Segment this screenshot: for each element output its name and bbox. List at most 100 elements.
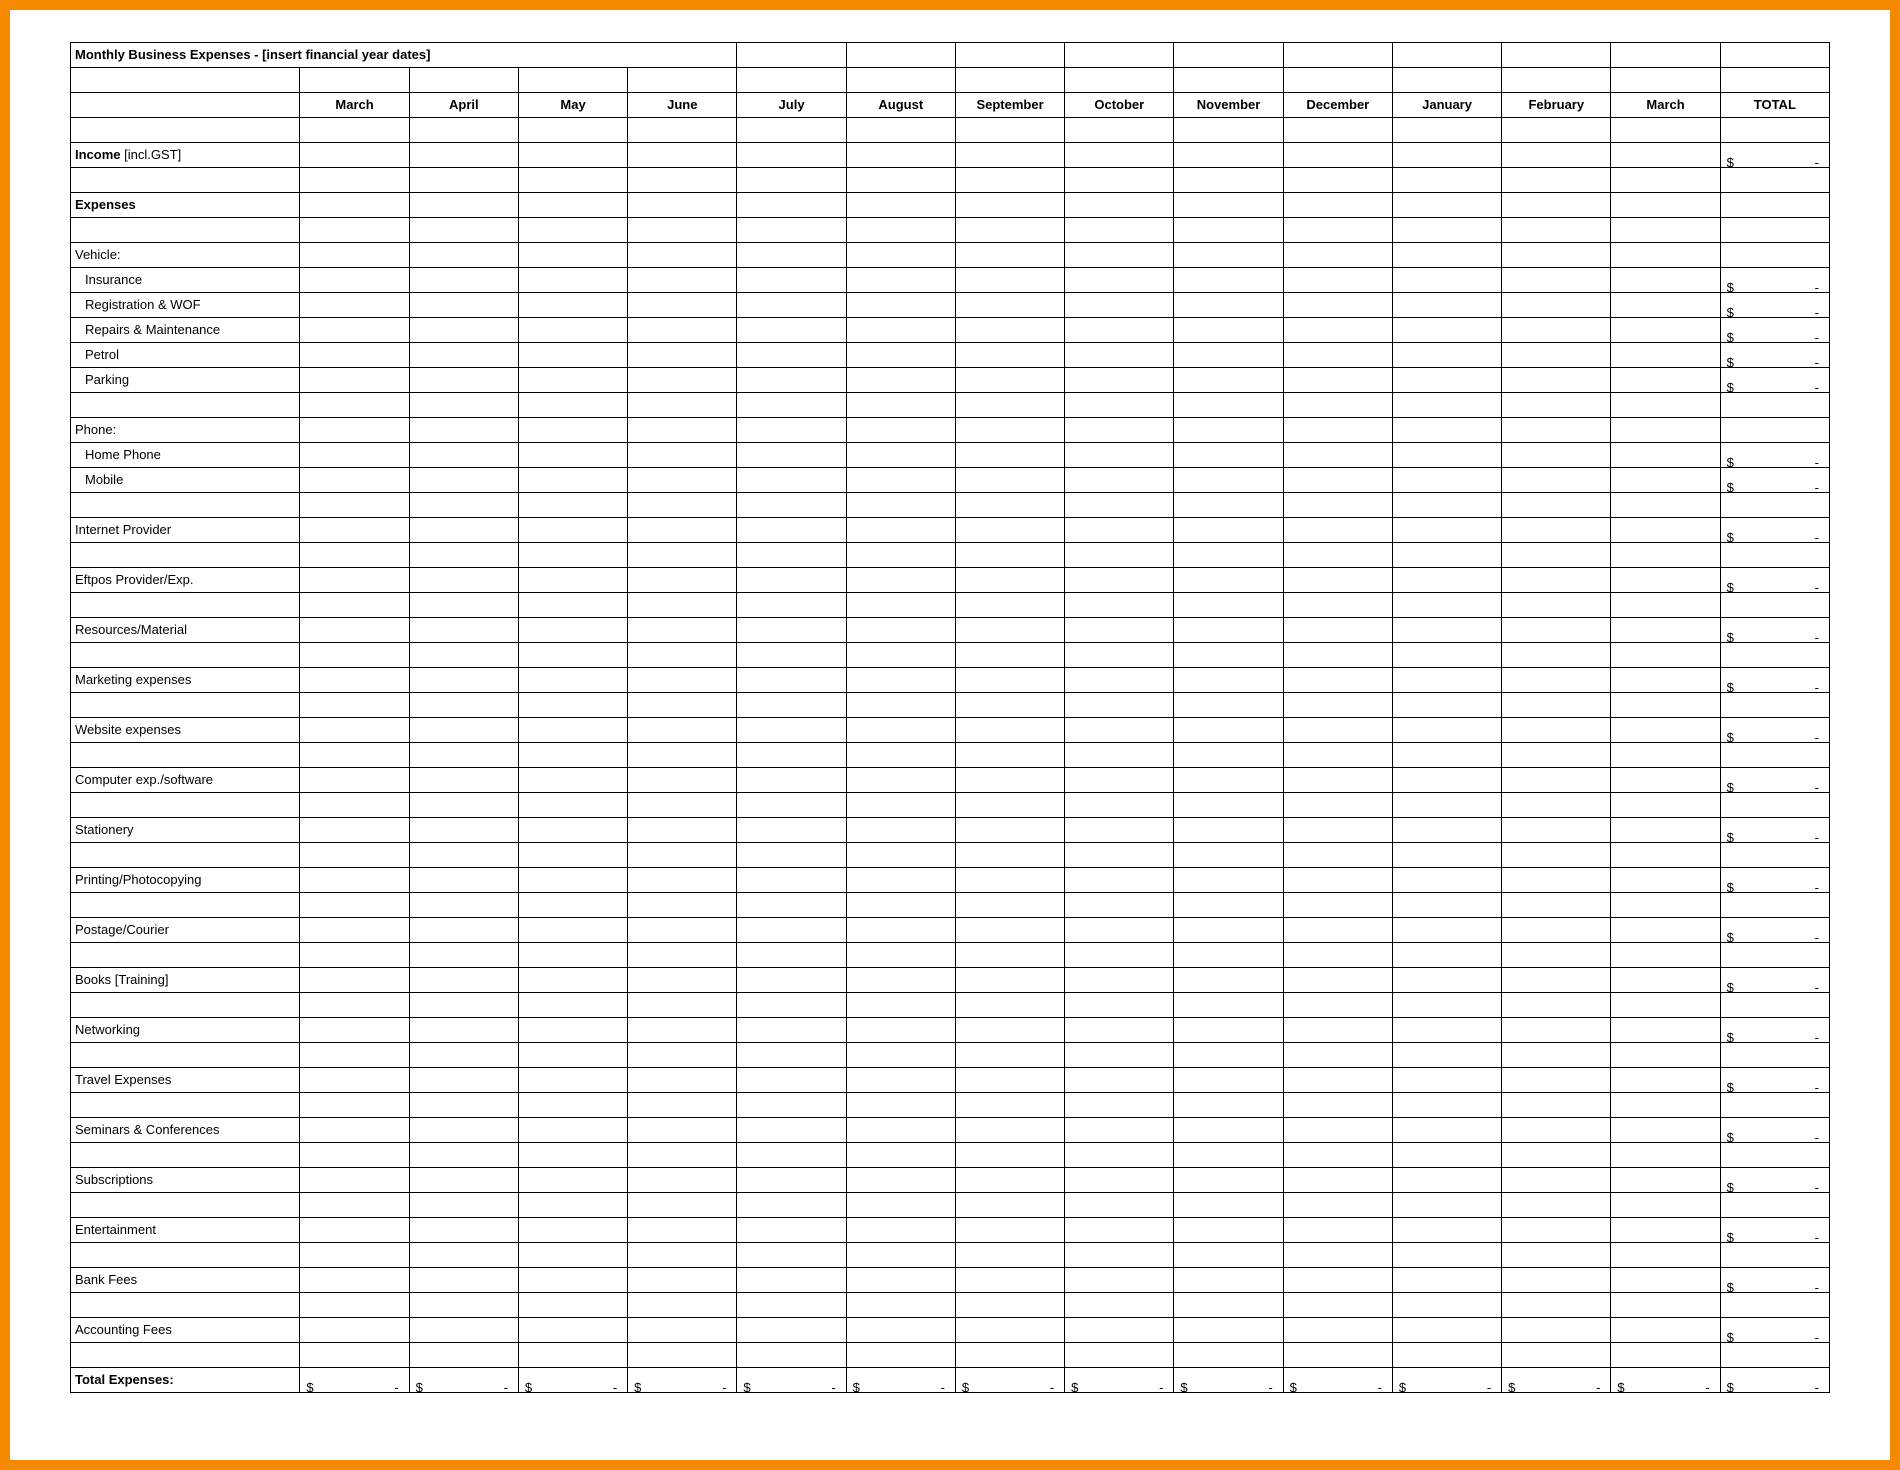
cell[interactable]: [1502, 1118, 1611, 1143]
cell[interactable]: [1283, 543, 1392, 568]
cell[interactable]: [1174, 168, 1283, 193]
cell[interactable]: [955, 268, 1064, 293]
cell[interactable]: [1065, 1168, 1174, 1193]
cell[interactable]: [1174, 693, 1283, 718]
cell[interactable]: [1611, 768, 1720, 793]
cell[interactable]: [1392, 443, 1501, 468]
month-total[interactable]: $-: [1283, 1368, 1392, 1393]
cell[interactable]: [1392, 1118, 1501, 1143]
cell[interactable]: [71, 118, 300, 143]
cell[interactable]: [1283, 193, 1392, 218]
cell[interactable]: [409, 843, 518, 868]
cell[interactable]: [955, 218, 1064, 243]
cell[interactable]: [409, 743, 518, 768]
cell[interactable]: [1065, 318, 1174, 343]
cell[interactable]: [737, 1018, 846, 1043]
cell[interactable]: [955, 68, 1064, 93]
cell[interactable]: [1720, 893, 1829, 918]
cell[interactable]: [628, 118, 737, 143]
cell[interactable]: [300, 868, 409, 893]
cell[interactable]: [846, 168, 955, 193]
cell[interactable]: [737, 68, 846, 93]
cell[interactable]: [300, 468, 409, 493]
cell[interactable]: [955, 1068, 1064, 1093]
cell[interactable]: [71, 493, 300, 518]
cell[interactable]: [409, 943, 518, 968]
cell[interactable]: [1174, 118, 1283, 143]
cell[interactable]: [1611, 993, 1720, 1018]
cell[interactable]: [737, 1168, 846, 1193]
cell[interactable]: [518, 1093, 627, 1118]
cell[interactable]: [628, 1293, 737, 1318]
cell[interactable]: [846, 843, 955, 868]
cell[interactable]: [1720, 418, 1829, 443]
cell[interactable]: [518, 993, 627, 1018]
cell[interactable]: [846, 793, 955, 818]
cell[interactable]: [1174, 1293, 1283, 1318]
grand-total[interactable]: $-: [1720, 1368, 1829, 1393]
cell[interactable]: [628, 1268, 737, 1293]
cell[interactable]: [955, 1018, 1064, 1043]
cell[interactable]: [71, 393, 300, 418]
cell[interactable]: [1283, 293, 1392, 318]
cell[interactable]: [737, 493, 846, 518]
cell[interactable]: [409, 1293, 518, 1318]
cell[interactable]: [1065, 1093, 1174, 1118]
income-total[interactable]: $-: [1720, 143, 1829, 168]
cell[interactable]: [628, 993, 737, 1018]
cell[interactable]: [737, 1268, 846, 1293]
cell[interactable]: [1502, 693, 1611, 718]
cell[interactable]: [955, 43, 1064, 68]
cell[interactable]: [409, 1093, 518, 1118]
cell[interactable]: [1502, 518, 1611, 543]
cell[interactable]: [1392, 918, 1501, 943]
cell[interactable]: [1174, 1118, 1283, 1143]
cell[interactable]: [518, 218, 627, 243]
cell[interactable]: [1392, 1268, 1501, 1293]
cell[interactable]: [1392, 968, 1501, 993]
cell[interactable]: [1174, 1268, 1283, 1293]
cell[interactable]: [846, 1243, 955, 1268]
cell[interactable]: [1283, 343, 1392, 368]
cell[interactable]: [1392, 718, 1501, 743]
cell[interactable]: [1611, 1093, 1720, 1118]
cell[interactable]: [955, 1168, 1064, 1193]
cell[interactable]: [737, 1218, 846, 1243]
cell[interactable]: [1611, 543, 1720, 568]
cell[interactable]: [1065, 718, 1174, 743]
cell[interactable]: [1611, 1118, 1720, 1143]
cell[interactable]: [1392, 543, 1501, 568]
cell[interactable]: [1720, 793, 1829, 818]
cell[interactable]: [628, 1143, 737, 1168]
cell[interactable]: [1174, 743, 1283, 768]
cell[interactable]: [1392, 893, 1501, 918]
cell[interactable]: [1174, 843, 1283, 868]
total-cell[interactable]: $-: [1720, 1218, 1829, 1243]
cell[interactable]: [1065, 768, 1174, 793]
cell[interactable]: [518, 1268, 627, 1293]
month-total[interactable]: $-: [1611, 1368, 1720, 1393]
cell[interactable]: [1283, 468, 1392, 493]
cell[interactable]: [300, 643, 409, 668]
cell[interactable]: [1502, 218, 1611, 243]
cell[interactable]: [1502, 943, 1611, 968]
cell[interactable]: [1065, 568, 1174, 593]
cell[interactable]: [1392, 493, 1501, 518]
cell[interactable]: [1283, 168, 1392, 193]
cell[interactable]: [409, 968, 518, 993]
cell[interactable]: [300, 493, 409, 518]
cell[interactable]: [955, 293, 1064, 318]
cell[interactable]: [1720, 993, 1829, 1018]
cell[interactable]: [1174, 268, 1283, 293]
cell[interactable]: [1065, 393, 1174, 418]
cell[interactable]: [1392, 1043, 1501, 1068]
cell[interactable]: [1065, 743, 1174, 768]
total-cell[interactable]: $-: [1720, 1018, 1829, 1043]
cell[interactable]: [1174, 1343, 1283, 1368]
cell[interactable]: [1502, 643, 1611, 668]
cell[interactable]: [955, 118, 1064, 143]
cell[interactable]: [409, 768, 518, 793]
cell[interactable]: [71, 1143, 300, 1168]
cell[interactable]: [1174, 393, 1283, 418]
cell[interactable]: [300, 768, 409, 793]
